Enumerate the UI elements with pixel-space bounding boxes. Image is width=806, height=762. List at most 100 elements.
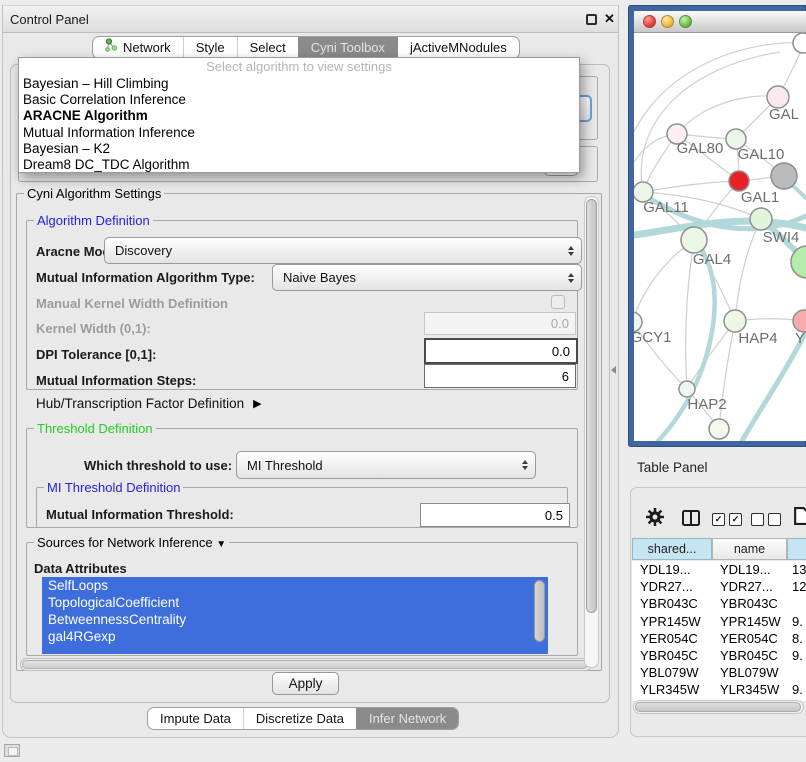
columns-icon[interactable] (682, 510, 700, 531)
list-item[interactable]: TopologicalCoefficient (42, 594, 548, 611)
combo-arrows-icon (568, 273, 574, 283)
apply-button[interactable]: Apply (272, 672, 339, 695)
tab-cyni-toolbox[interactable]: Cyni Toolbox (298, 37, 397, 58)
table-row[interactable]: YBL079WYBL079W (632, 664, 806, 681)
column-header-shared[interactable]: shared... (632, 538, 712, 560)
table-row[interactable]: YBR043CYBR043C (632, 595, 806, 612)
network-node-hap4[interactable] (724, 310, 746, 332)
network-node-y[interactable] (793, 310, 806, 332)
node-label: GAL80 (677, 140, 724, 157)
table-cell: YDL19... (712, 562, 787, 577)
data-attributes-list[interactable]: SelfLoops TopologicalCoefficient Between… (42, 577, 548, 654)
network-edge[interactable] (643, 181, 739, 192)
table-rows: YDL19...YDL19...13YDR27...YDR27...12YBR0… (632, 561, 806, 701)
network-canvas-svg: GALGAL80GAL10GAL1GAL11SWI4GAL4GCY1HAP4YH… (634, 33, 806, 441)
minimize-traffic-light-icon[interactable] (661, 15, 674, 28)
list-item[interactable]: gal4RGexp (42, 628, 548, 645)
dropdown-item[interactable]: Basic Correlation Inference (19, 92, 579, 108)
select-all-checks-icon[interactable]: ✓✓ (712, 513, 742, 526)
tab-discretize-data[interactable]: Discretize Data (243, 708, 356, 729)
close-traffic-light-icon[interactable] (643, 15, 656, 28)
tab-infer-network[interactable]: Infer Network (356, 708, 458, 729)
tab-select[interactable]: Select (237, 37, 298, 58)
table-row[interactable]: YPR145WYPR145W9. (632, 613, 806, 630)
network-edge[interactable] (634, 240, 694, 322)
table-cell: YPR145W (712, 614, 787, 629)
control-panel-title: Control Panel (10, 12, 89, 27)
node-label: GAL4 (693, 251, 731, 268)
table-hscrollbar-thumb[interactable] (635, 702, 801, 712)
table-cell: YBR045C (712, 648, 787, 663)
network-canvas[interactable]: GALGAL80GAL10GAL1GAL11SWI4GAL4GCY1HAP4YH… (634, 33, 806, 441)
sources-legend[interactable]: Sources for Network Inference ▼ (34, 535, 229, 550)
table-row[interactable]: YER054CYER054C8. (632, 630, 806, 647)
settings-hscrollbar-thumb[interactable] (22, 660, 588, 669)
mi-threshold-field[interactable]: 0.5 (420, 503, 570, 527)
mi-steps-label: Mutual Information Steps: (36, 373, 196, 388)
network-edge-weighted[interactable] (742, 332, 806, 441)
collapsed-panel-icon[interactable] (4, 744, 20, 757)
table-cell: YBR043C (632, 596, 712, 611)
network-node-gal4[interactable] (681, 227, 707, 253)
table-row[interactable]: YBR045CYBR045C9. (632, 647, 806, 664)
close-icon[interactable]: ✕ (604, 11, 615, 27)
table-cell: YPR145W (632, 614, 712, 629)
table-panel-title: Table Panel (637, 460, 708, 475)
dpi-tolerance-label: DPI Tolerance [0,1]: (36, 347, 156, 362)
mi-type-combo[interactable]: Naive Bayes (272, 264, 582, 291)
table-cell: YER054C (712, 631, 787, 646)
attributes-scrollbar-thumb[interactable] (534, 580, 545, 642)
document-icon[interactable] (794, 507, 806, 530)
network-edge[interactable] (641, 52, 780, 192)
network-node-hap2[interactable] (679, 381, 695, 397)
list-item[interactable]: SelfLoops (42, 577, 548, 594)
aracne-mode-combo[interactable]: Discovery (104, 237, 582, 264)
node-label: HAP4 (738, 330, 777, 347)
network-node-gal1[interactable] (729, 171, 749, 191)
tab-impute-data[interactable]: Impute Data (148, 708, 243, 729)
network-node[interactable] (709, 419, 729, 439)
dropdown-item-selected[interactable]: ARACNE Algorithm (19, 108, 579, 124)
collapse-down-icon[interactable]: ▼ (216, 539, 226, 550)
dpi-tolerance-field[interactable]: 0.0 (424, 338, 578, 364)
network-node-swi4[interactable] (750, 208, 772, 230)
table-cell: YDL19... (632, 562, 712, 577)
node-label: GAL (769, 106, 799, 123)
which-threshold-label: Which threshold to use: (84, 458, 232, 473)
zoom-traffic-light-icon[interactable] (679, 15, 692, 28)
mi-steps-field[interactable]: 6 (424, 364, 576, 388)
network-edge[interactable] (735, 219, 761, 321)
deselect-all-checks-icon[interactable] (751, 513, 781, 526)
table-row[interactable]: YDR27...YDR27...12 (632, 578, 806, 595)
network-node-gal[interactable] (767, 86, 789, 108)
network-node[interactable] (771, 163, 797, 189)
kernel-width-label: Kernel Width (0,1): (36, 321, 151, 336)
which-threshold-combo[interactable]: MI Threshold (236, 451, 536, 479)
table-row[interactable]: YDL19...YDL19...13 (632, 561, 806, 578)
dropdown-item[interactable]: Bayesian – K2 (19, 141, 579, 157)
manual-kernel-checkbox[interactable] (551, 295, 565, 309)
hub-definition-expander[interactable]: Hub/Transcription Factor Definition ▶ (36, 396, 262, 411)
mi-threshold-label: Mutual Information Threshold: (46, 507, 234, 522)
dropdown-item[interactable]: Bayesian – Hill Climbing (19, 76, 579, 92)
table-cell: YDR27... (632, 579, 712, 594)
network-edge[interactable] (677, 96, 778, 134)
network-tab-icon (105, 36, 118, 59)
network-view-titlebar[interactable] (634, 11, 806, 33)
gear-icon[interactable] (646, 508, 664, 531)
expand-right-icon[interactable]: ▶ (253, 397, 261, 410)
network-node[interactable] (793, 33, 806, 53)
panel-divider-handle[interactable] (611, 366, 616, 374)
dropdown-item[interactable]: Mutual Information Inference (19, 125, 579, 141)
column-header-partial[interactable] (787, 538, 806, 560)
tab-network[interactable]: Network (93, 37, 183, 58)
tab-style[interactable]: Style (183, 37, 237, 58)
settings-scrollbar-thumb[interactable] (586, 199, 597, 613)
dropdown-item[interactable]: Dream8 DC_TDC Algorithm (19, 157, 579, 173)
table-row[interactable]: YLR345WYLR345W9. (632, 681, 806, 698)
table-cell: 13 (787, 562, 806, 577)
list-item[interactable]: BetweennessCentrality (42, 611, 548, 628)
tab-jactivemnodules[interactable]: jActiveMNodules (397, 37, 519, 58)
float-icon[interactable] (586, 14, 597, 25)
column-header-name[interactable]: name (712, 538, 787, 560)
